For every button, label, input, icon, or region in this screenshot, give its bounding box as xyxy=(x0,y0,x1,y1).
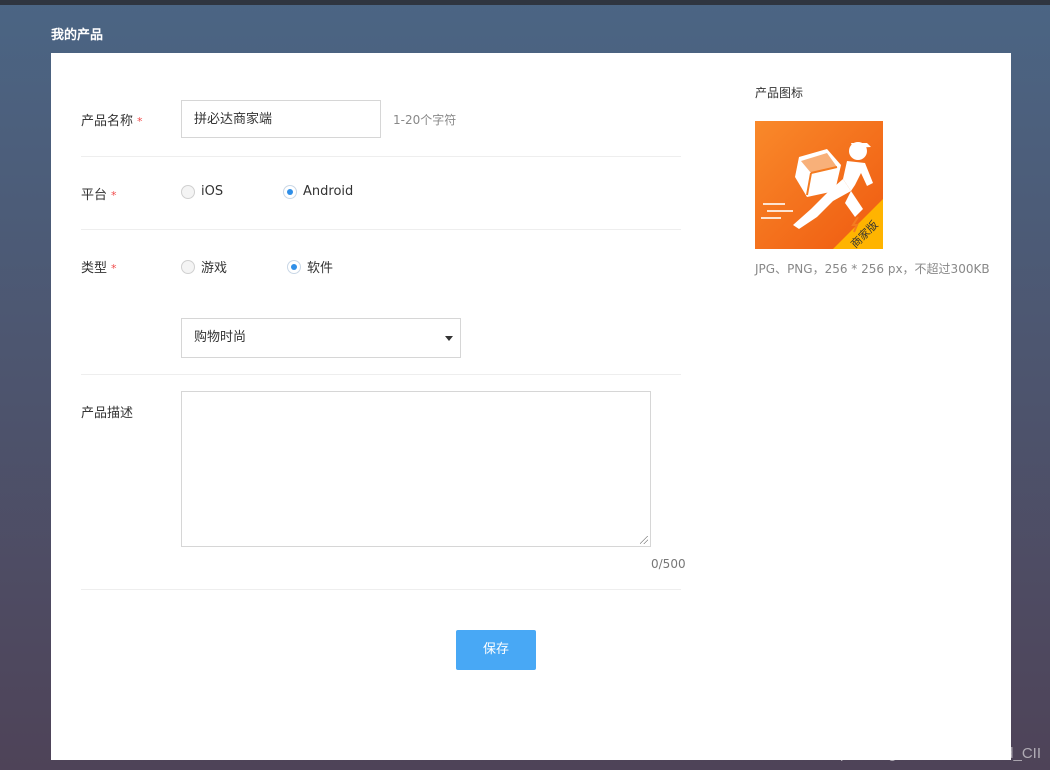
name-length-hint: 1-20个字符 xyxy=(393,113,457,127)
divider xyxy=(81,229,681,230)
type-radio-software[interactable]: 软件 xyxy=(287,257,333,276)
name-label-row: 产品名称 * xyxy=(81,110,143,129)
description-textarea[interactable] xyxy=(181,391,651,547)
save-button[interactable]: 保存 xyxy=(456,630,536,670)
radio-label: 游戏 xyxy=(201,261,228,276)
required-mark: * xyxy=(111,262,117,275)
watermark-text: https://blog.csdn.net/Android_CII xyxy=(823,745,1041,762)
page-title: 我的产品 xyxy=(51,28,104,43)
radio-checked-icon xyxy=(287,259,301,274)
radio-label: iOS xyxy=(201,184,224,199)
divider xyxy=(81,374,681,375)
top-bar xyxy=(0,0,1050,5)
type-label: 类型 xyxy=(81,261,108,276)
platform-radio-android[interactable]: Android xyxy=(283,184,353,199)
product-form-card: 产品名称 * 拼必达商家端 1-20个字符 平台 * iOS Android 类型 *… xyxy=(51,53,1011,760)
category-selected-value: 购物时尚 xyxy=(194,330,247,345)
icon-spec-hint: JPG、PNG，256 * 256 px，不超过300KB xyxy=(755,262,990,276)
name-label: 产品名称 xyxy=(81,114,134,129)
divider xyxy=(81,156,681,157)
type-radio-game[interactable]: 游戏 xyxy=(181,257,227,276)
description-label: 产品描述 xyxy=(81,406,134,421)
radio-checked-icon xyxy=(283,184,297,199)
courier-logo-icon: 商家版 xyxy=(755,121,883,249)
type-label-row: 类型 * xyxy=(81,257,117,276)
platform-label-row: 平台 * xyxy=(81,184,117,203)
radio-label: Android xyxy=(303,184,354,199)
radio-unchecked-icon xyxy=(181,259,195,274)
product-name-input[interactable]: 拼必达商家端 xyxy=(181,100,381,138)
radio-unchecked-icon xyxy=(181,184,195,199)
category-select[interactable]: 购物时尚 xyxy=(181,318,461,358)
resize-grip-icon[interactable] xyxy=(640,536,648,544)
icon-panel-title: 产品图标 xyxy=(755,86,804,100)
product-icon-image[interactable]: 商家版 xyxy=(755,121,883,249)
character-counter: 0/500 xyxy=(651,557,686,571)
platform-radio-ios[interactable]: iOS xyxy=(181,184,223,199)
platform-label: 平台 xyxy=(81,188,108,203)
required-mark: * xyxy=(137,115,143,128)
caret-down-icon xyxy=(445,336,453,341)
required-mark: * xyxy=(111,189,117,202)
divider xyxy=(81,589,681,590)
radio-label: 软件 xyxy=(307,261,334,276)
